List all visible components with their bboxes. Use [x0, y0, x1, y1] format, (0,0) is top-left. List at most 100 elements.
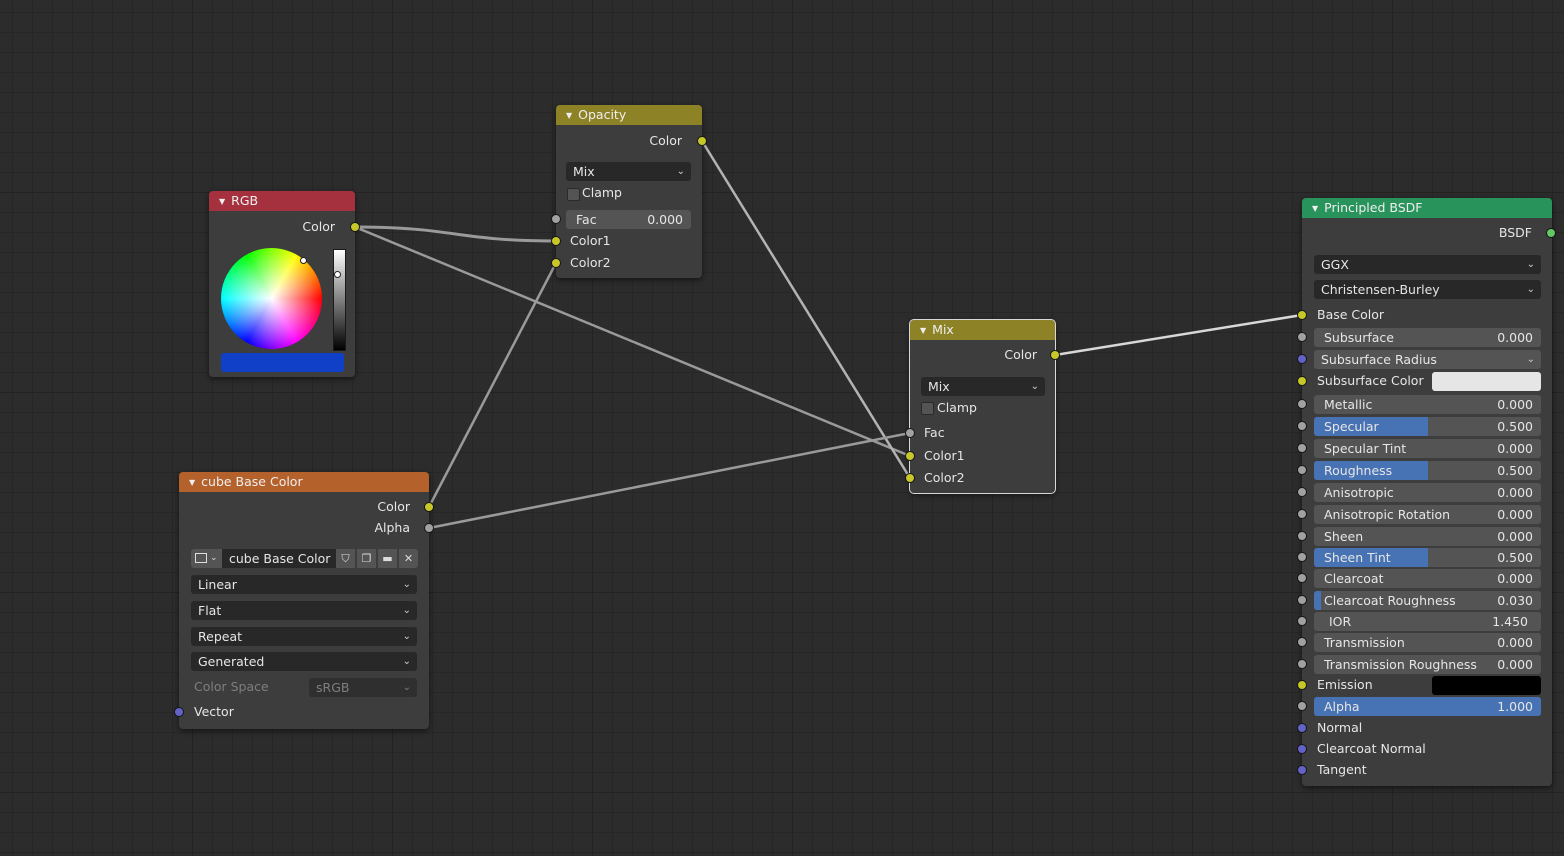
collapse-triangle-icon[interactable]: ▼ — [219, 197, 225, 206]
bsdf-in-clearcoat-normal-socket[interactable] — [1297, 744, 1307, 754]
collapse-triangle-icon[interactable]: ▼ — [1312, 204, 1318, 213]
mix-node-header[interactable]: ▼ Mix — [910, 320, 1055, 340]
bsdf-in-subsurface-socket[interactable] — [1297, 332, 1307, 342]
rgb-node-header[interactable]: ▼ RGB — [209, 191, 355, 211]
opacity-in-color1-socket[interactable] — [551, 236, 561, 246]
mix-in-fac-socket[interactable] — [905, 428, 915, 438]
principled-bsdf-node-header[interactable]: ▼ Principled BSDF — [1302, 198, 1552, 218]
opacity-out-color-socket[interactable] — [697, 136, 707, 146]
chevron-down-icon: ⌄ — [1526, 259, 1535, 270]
emission-color-swatch[interactable] — [1432, 676, 1541, 695]
bsdf-in-sheen-tint-socket[interactable] — [1297, 552, 1307, 562]
node-title: Mix — [932, 322, 954, 337]
bsdf-in-specular-socket[interactable] — [1297, 421, 1307, 431]
distribution-dropdown[interactable]: GGX ⌄ — [1314, 255, 1541, 274]
anisotropic-rotation-field[interactable]: Anisotropic Rotation 0.000 — [1314, 505, 1541, 524]
rgb-out-color-socket[interactable] — [350, 222, 360, 232]
color-space-label: Color Space — [194, 679, 269, 694]
bsdf-in-clearcoat-roughness-socket[interactable] — [1297, 595, 1307, 605]
opacity-in-color2-socket[interactable] — [551, 258, 561, 268]
clearcoat-roughness-field[interactable]: Clearcoat Roughness 0.030 — [1314, 591, 1541, 610]
mix-in-color2-socket[interactable] — [905, 473, 915, 483]
metallic-field[interactable]: Metallic 0.000 — [1314, 395, 1541, 414]
image-browse-button[interactable]: ⌄ — [191, 549, 222, 568]
color-space-dropdown[interactable]: sRGB ⌄ — [309, 678, 417, 697]
collapse-triangle-icon[interactable]: ▼ — [566, 111, 572, 120]
image-texture-node[interactable]: ▼ cube Base Color Color Alpha ⌄ cube Base… — [179, 472, 429, 729]
bsdf-in-metallic-socket[interactable] — [1297, 399, 1307, 409]
bsdf-out-socket[interactable] — [1546, 228, 1556, 238]
bsdf-in-anisotropic-socket[interactable] — [1297, 487, 1307, 497]
rgb-color-swatch[interactable] — [221, 353, 344, 372]
image-out-alpha-socket[interactable] — [424, 523, 434, 533]
transmission-field[interactable]: Transmission 0.000 — [1314, 633, 1541, 652]
clamp-checkbox[interactable] — [921, 402, 934, 415]
specular-tint-field[interactable]: Specular Tint 0.000 — [1314, 439, 1541, 458]
image-out-color-socket[interactable] — [424, 502, 434, 512]
bsdf-in-emission-socket[interactable] — [1297, 680, 1307, 690]
clamp-checkbox[interactable] — [567, 188, 580, 201]
mix-out-color-socket[interactable] — [1050, 350, 1060, 360]
bsdf-in-subsurface-radius-socket[interactable] — [1297, 354, 1307, 364]
value-slider[interactable] — [333, 249, 346, 351]
input-color2-label: Color2 — [924, 470, 965, 485]
rgb-node[interactable]: ▼ RGB Color — [209, 191, 355, 377]
input-color2-label: Color2 — [570, 255, 611, 270]
opacity-node-header[interactable]: ▼ Opacity — [556, 105, 702, 125]
input-color1-label: Color1 — [924, 448, 965, 463]
roughness-field[interactable]: Roughness 0.500 — [1314, 461, 1541, 480]
ior-field[interactable]: IOR 1.450 — [1314, 612, 1541, 631]
clearcoat-field[interactable]: Clearcoat 0.000 — [1314, 569, 1541, 588]
interpolation-dropdown[interactable]: Linear ⌄ — [191, 575, 417, 594]
bsdf-in-roughness-socket[interactable] — [1297, 465, 1307, 475]
source-dropdown[interactable]: Generated ⌄ — [191, 652, 417, 671]
link-image-color-to-opacity-color2 — [427, 262, 558, 508]
bsdf-in-tangent-socket[interactable] — [1297, 765, 1307, 775]
image-name-field[interactable]: cube Base Color — [222, 549, 336, 568]
collapse-triangle-icon[interactable]: ▼ — [920, 326, 926, 335]
bsdf-in-specular-tint-socket[interactable] — [1297, 443, 1307, 453]
principled-bsdf-node[interactable]: ▼ Principled BSDF BSDF GGX ⌄ Christensen-B… — [1302, 198, 1552, 786]
close-icon[interactable]: ✕ — [399, 549, 418, 568]
bsdf-in-ior-socket[interactable] — [1297, 616, 1307, 626]
mix-in-color1-socket[interactable] — [905, 451, 915, 461]
folder-open-icon[interactable]: ▬ — [378, 549, 397, 568]
anisotropic-field[interactable]: Anisotropic 0.000 — [1314, 483, 1541, 502]
bsdf-in-normal-socket[interactable] — [1297, 723, 1307, 733]
opacity-in-fac-socket[interactable] — [551, 214, 561, 224]
subsurface-method-dropdown[interactable]: Christensen-Burley ⌄ — [1314, 280, 1541, 299]
subsurface-field[interactable]: Subsurface 0.000 — [1314, 328, 1541, 347]
bsdf-in-alpha-socket[interactable] — [1297, 701, 1307, 711]
bsdf-in-subsurface-color-socket[interactable] — [1297, 376, 1307, 386]
input-color1-label: Color1 — [570, 233, 611, 248]
sheen-tint-field[interactable]: Sheen Tint 0.500 — [1314, 548, 1541, 567]
chevron-down-icon: ⌄ — [402, 682, 411, 693]
color-wheel[interactable] — [221, 248, 322, 349]
mix-node[interactable]: ▼ Mix Color Mix ⌄ Clamp Fac Color1 Color2 — [909, 319, 1056, 494]
extension-dropdown[interactable]: Repeat ⌄ — [191, 627, 417, 646]
blend-mode-dropdown[interactable]: Mix ⌄ — [566, 162, 691, 181]
specular-field[interactable]: Specular 0.500 — [1314, 417, 1541, 436]
sheen-field[interactable]: Sheen 0.000 — [1314, 527, 1541, 546]
bsdf-in-sheen-socket[interactable] — [1297, 531, 1307, 541]
opacity-node[interactable]: ▼ Opacity Color Mix ⌄ Clamp Fac 0.000 Colo… — [556, 105, 702, 278]
subsurface-color-swatch[interactable] — [1432, 372, 1541, 391]
value-slider-handle[interactable] — [334, 271, 341, 278]
image-in-vector-socket[interactable] — [174, 707, 184, 717]
color-wheel-cursor[interactable] — [300, 257, 307, 264]
bsdf-in-transmission-roughness-socket[interactable] — [1297, 659, 1307, 669]
bsdf-in-clearcoat-socket[interactable] — [1297, 573, 1307, 583]
bsdf-in-transmission-socket[interactable] — [1297, 637, 1307, 647]
duplicate-icon[interactable]: ❐ — [357, 549, 376, 568]
image-texture-node-header[interactable]: ▼ cube Base Color — [179, 472, 429, 492]
transmission-roughness-field[interactable]: Transmission Roughness 0.000 — [1314, 655, 1541, 674]
collapse-triangle-icon[interactable]: ▼ — [189, 478, 195, 487]
bsdf-in-anisotropic-rotation-socket[interactable] — [1297, 509, 1307, 519]
subsurface-radius-dropdown[interactable]: Subsurface Radius ⌄ — [1314, 350, 1541, 369]
blend-mode-dropdown[interactable]: Mix ⌄ — [921, 377, 1045, 396]
fake-user-shield-icon[interactable]: ⛉ — [336, 549, 355, 568]
bsdf-in-base-color-socket[interactable] — [1297, 310, 1307, 320]
alpha-field[interactable]: Alpha 1.000 — [1314, 697, 1541, 716]
fac-field[interactable]: Fac 0.000 — [566, 210, 691, 229]
projection-dropdown[interactable]: Flat ⌄ — [191, 601, 417, 620]
